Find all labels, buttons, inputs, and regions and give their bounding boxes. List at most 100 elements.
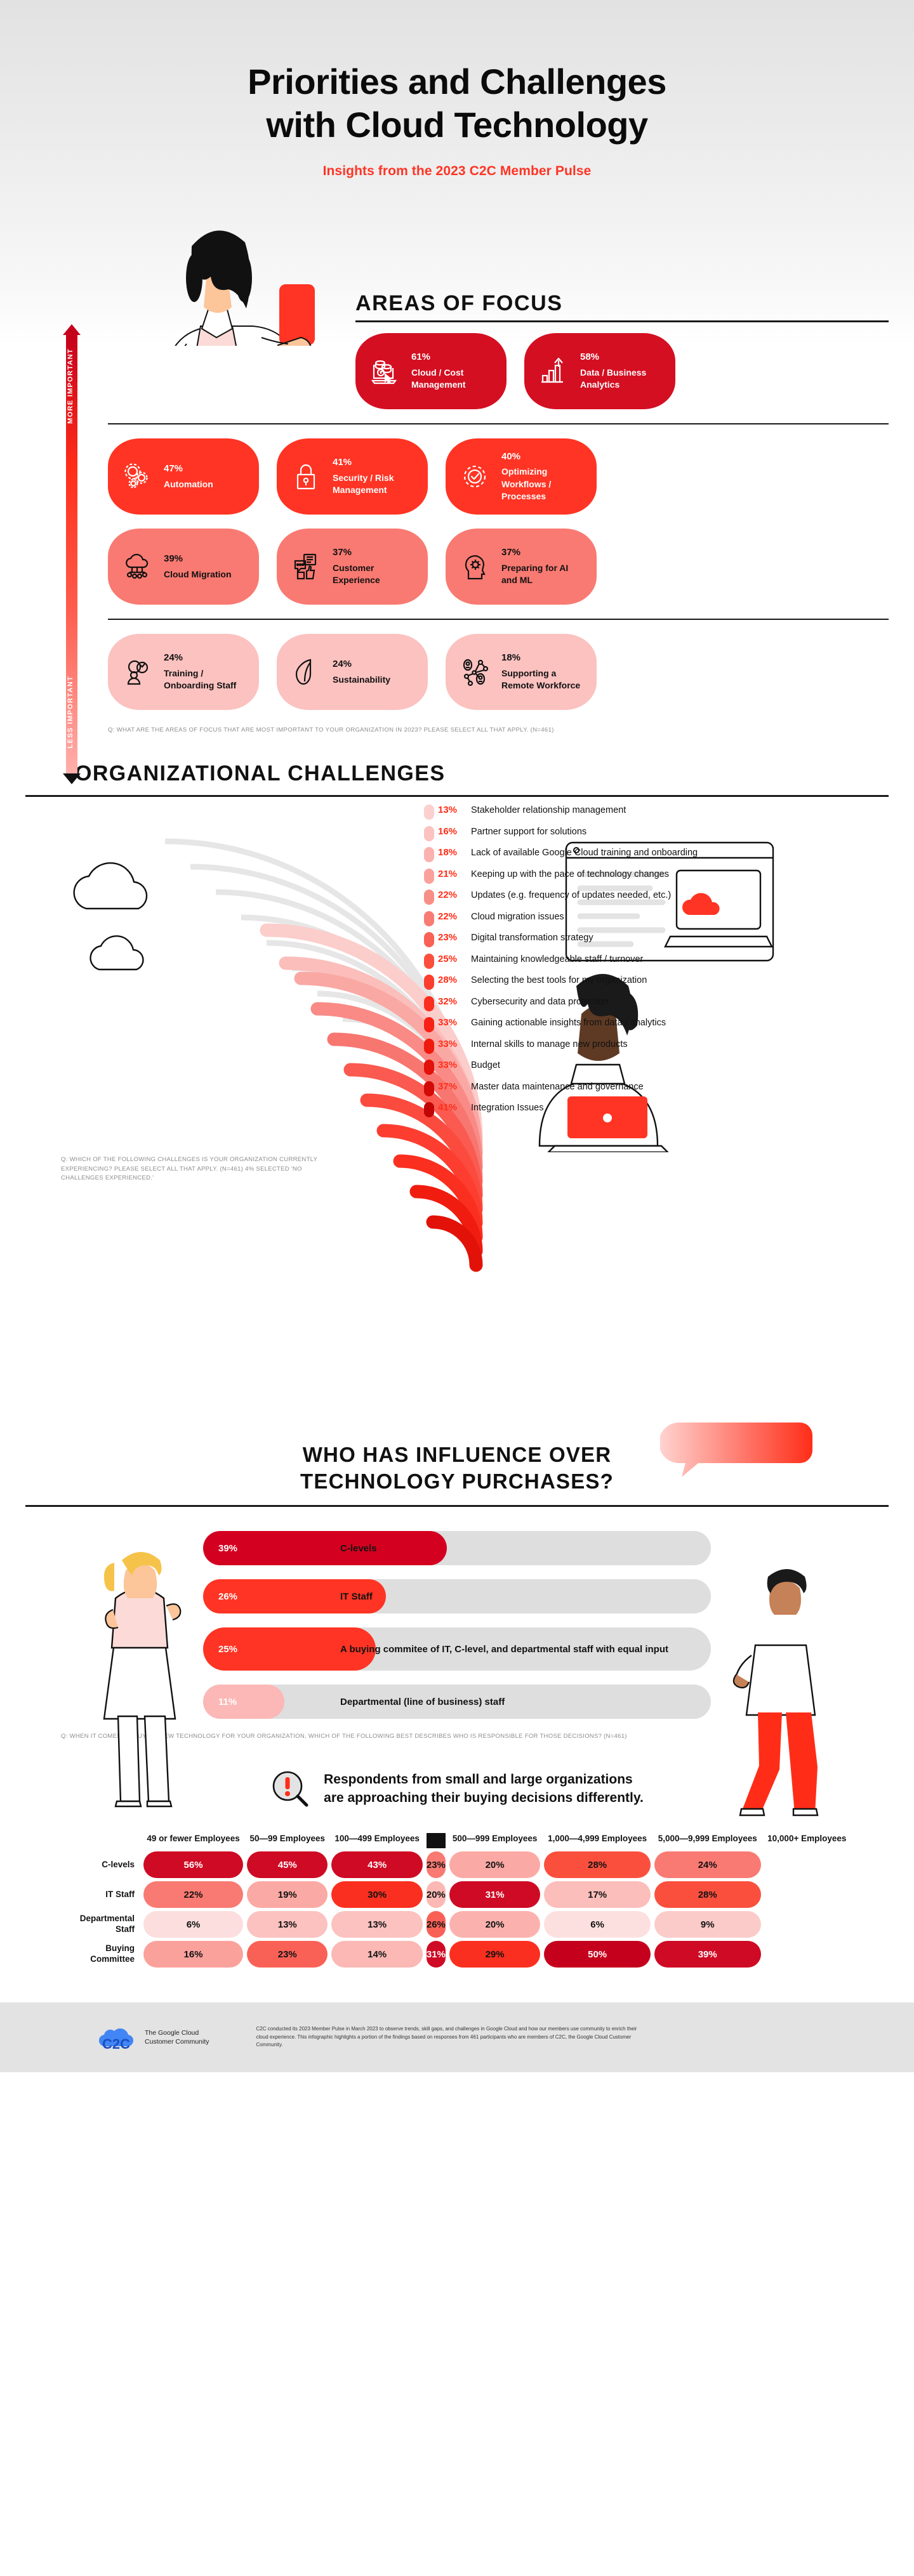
challenge-item: 23% Digital transformation strategy bbox=[424, 932, 882, 954]
heatmap-cell: 9% bbox=[654, 1911, 761, 1938]
cell-value: 50% bbox=[544, 1941, 651, 1968]
focus-row-1: 61% Cloud / Cost Management 58% Data / B… bbox=[108, 333, 889, 423]
challenge-label: Stakeholder relationship management bbox=[471, 805, 626, 815]
cell-value: 43% bbox=[331, 1851, 423, 1879]
row-header: C-levels bbox=[102, 1859, 135, 1869]
focus-card-label: Cloud Migration bbox=[164, 568, 232, 579]
influence-rule bbox=[25, 1505, 889, 1508]
heatmap-cell: 6% bbox=[544, 1911, 651, 1938]
focus-card-text: 61% Cloud / Cost Management bbox=[411, 351, 494, 391]
influence-bar-row[interactable]: 25% A buying commitee of IT, C-level, an… bbox=[203, 1627, 711, 1671]
heatmap-cell: 43% bbox=[331, 1851, 423, 1879]
page-title: Priorities and Challenges with Cloud Tec… bbox=[0, 0, 914, 147]
woman-pointing-illustration bbox=[103, 1552, 182, 1808]
row-header: IT Staff bbox=[105, 1889, 135, 1899]
challenge-bar-marker bbox=[424, 975, 434, 990]
influence-bar-fill: 11% bbox=[203, 1685, 284, 1719]
organizational-challenges-section: ORGANIZATIONAL CHALLENGES 13% Stakeholde… bbox=[0, 761, 914, 1425]
challenge-item: 41% Integration Issues bbox=[424, 1102, 882, 1124]
influence-bar-row[interactable]: 39% C-levels bbox=[203, 1531, 711, 1566]
focus-card[interactable]: 24% Training / Onboarding Staff bbox=[108, 634, 259, 710]
page-subtitle: Insights from the 2023 C2C Member Pulse bbox=[322, 163, 592, 178]
focus-card-pct: 61% bbox=[411, 352, 431, 363]
challenge-pct: 16% bbox=[438, 825, 458, 837]
cell-value: 39% bbox=[654, 1941, 761, 1968]
challenge-pct: 41% bbox=[438, 1102, 458, 1113]
heatmap-cell: 26% bbox=[426, 1911, 446, 1938]
focus-card[interactable]: 37% Preparing for AI and ML bbox=[446, 529, 597, 605]
callout-line2: are approaching their buying decisions d… bbox=[324, 1791, 644, 1806]
focus-card-label: Cloud / Cost Management bbox=[411, 367, 466, 390]
cell-value: 6% bbox=[544, 1911, 651, 1938]
focus-card-label: Automation bbox=[164, 478, 213, 489]
challenges-stage: 13% Stakeholder relationship management 1… bbox=[0, 797, 914, 1425]
challenge-label: Integration Issues bbox=[471, 1103, 544, 1113]
people-check-icon bbox=[121, 655, 154, 688]
challenge-bar-marker bbox=[424, 996, 434, 1011]
focus-card[interactable]: 18% Supporting a Remote Workforce bbox=[446, 634, 597, 710]
focus-card[interactable]: 41% Security / Risk Management bbox=[277, 438, 428, 515]
cell-value: 28% bbox=[654, 1881, 761, 1909]
focus-card[interactable]: 24% Sustainability bbox=[277, 634, 428, 710]
heatmap-cell: 17% bbox=[544, 1881, 651, 1909]
influence-bar-row[interactable]: 26% IT Staff bbox=[203, 1579, 711, 1614]
footer: C2C The Google Cloud Customer Community … bbox=[0, 2002, 914, 2073]
column-header: 50—99 Employees bbox=[249, 1834, 326, 1844]
focus-card-pct: 39% bbox=[164, 553, 183, 564]
influence-bar-label: C-levels bbox=[340, 1542, 377, 1554]
axis-arrow-down-icon bbox=[63, 773, 81, 784]
footer-brand-text: The Google Cloud Customer Community bbox=[145, 2028, 209, 2046]
focus-card-text: 58% Data / Business Analytics bbox=[580, 351, 663, 391]
challenge-pct: 13% bbox=[438, 805, 458, 815]
focus-card[interactable]: 37% Customer Experience bbox=[277, 529, 428, 605]
challenge-item: 32% Cybersecurity and data protection bbox=[424, 996, 882, 1018]
coins-laptop-icon bbox=[368, 355, 401, 388]
challenge-label: Cloud migration issues bbox=[471, 911, 564, 922]
challenge-bar-marker bbox=[424, 805, 434, 820]
table-row: Departmental Staff 6% 13% 13% 26% 20% 6%… bbox=[65, 1911, 849, 1938]
cell-value: 23% bbox=[247, 1941, 328, 1968]
heatmap-cell: 50% bbox=[544, 1941, 651, 1968]
footer-disclaimer: C2C conducted its 2023 Member Pulse in M… bbox=[256, 2026, 637, 2048]
leaf-icon bbox=[289, 655, 322, 688]
influence-bar-row[interactable]: 11% Departmental (line of business) staf… bbox=[203, 1685, 711, 1719]
influence-bar-label: Departmental (line of business) staff bbox=[340, 1696, 505, 1707]
callout-text: Respondents from small and large organiz… bbox=[324, 1770, 644, 1808]
challenge-item: 18% Lack of available Google Cloud traini… bbox=[424, 847, 882, 869]
challenge-label: Partner support for solutions bbox=[471, 826, 587, 837]
heatmap-cell: 6% bbox=[143, 1911, 244, 1938]
focus-card-pct: 37% bbox=[501, 547, 521, 558]
challenge-pct: 37% bbox=[438, 1081, 458, 1092]
cloud-network-icon bbox=[121, 550, 154, 583]
remote-network-icon bbox=[458, 655, 491, 688]
c2c-logo-icon: C2C bbox=[98, 2028, 134, 2051]
challenges-heading: ORGANIZATIONAL CHALLENGES bbox=[75, 761, 446, 785]
challenge-pct: 22% bbox=[438, 890, 458, 900]
challenge-item: 16% Partner support for solutions bbox=[424, 825, 882, 848]
row-header: Departmental Staff bbox=[79, 1914, 135, 1935]
focus-card[interactable]: 39% Cloud Migration bbox=[108, 529, 259, 605]
focus-card-label: Sustainability bbox=[333, 674, 391, 685]
challenge-pct: 33% bbox=[438, 1060, 458, 1070]
heatmap-cell: 31% bbox=[449, 1881, 541, 1909]
focus-card-pct: 40% bbox=[501, 450, 521, 462]
cell-value: 31% bbox=[426, 1941, 446, 1968]
challenge-label: Keeping up with the pace of technology c… bbox=[471, 869, 669, 879]
footer-brand-line2: Customer Community bbox=[145, 2038, 209, 2046]
focus-card[interactable]: 40% Optimizing Workflows / Processes bbox=[446, 438, 597, 515]
heatmap-cell: 28% bbox=[654, 1881, 761, 1909]
cell-value: 56% bbox=[143, 1851, 244, 1879]
focus-card[interactable]: 47% Automation bbox=[108, 438, 259, 515]
table-divider bbox=[426, 1833, 446, 1849]
influence-bar-label: IT Staff bbox=[340, 1591, 373, 1602]
areas-of-focus-heading: AREAS OF FOCUS bbox=[355, 291, 563, 315]
focus-card-text: 24% Training / Onboarding Staff bbox=[164, 652, 246, 692]
cell-value: 17% bbox=[544, 1881, 651, 1909]
cell-value: 29% bbox=[449, 1941, 541, 1968]
focus-card[interactable]: 58% Data / Business Analytics bbox=[524, 333, 675, 409]
cell-value: 16% bbox=[143, 1941, 244, 1968]
challenge-item: 21% Keeping up with the pace of technolog… bbox=[424, 868, 882, 890]
focus-card[interactable]: 61% Cloud / Cost Management bbox=[355, 333, 507, 409]
challenge-bar-marker bbox=[424, 1017, 434, 1032]
table-row: C-levels 56% 45% 43% 23% 20% 28% 24% bbox=[65, 1851, 849, 1879]
